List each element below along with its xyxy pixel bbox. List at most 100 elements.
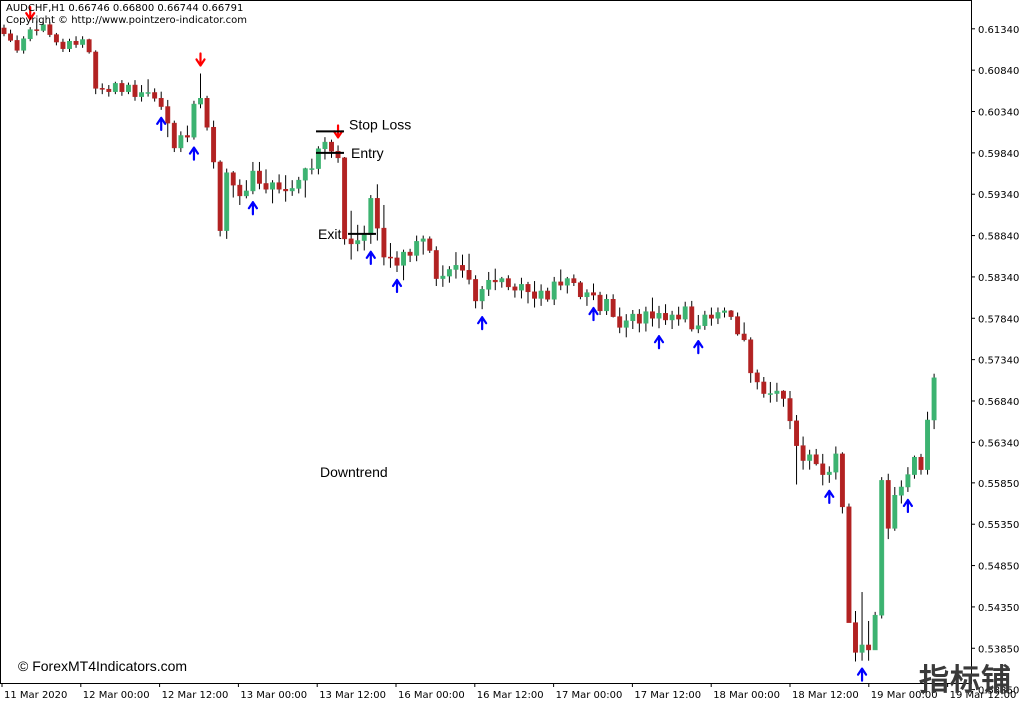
- candle-body: [106, 88, 112, 92]
- candle: [230, 171, 236, 198]
- price-tick-label: 0.59840: [978, 149, 1019, 160]
- candle-body: [610, 299, 616, 317]
- candle: [689, 300, 695, 332]
- candle: [794, 415, 799, 485]
- price-tick-label: 0.57340: [978, 356, 1019, 367]
- candle-body: [329, 141, 334, 152]
- time-tick-label: 18 Mar 00:00: [713, 690, 780, 701]
- candle: [60, 38, 66, 52]
- candle: [846, 503, 852, 623]
- candle-body: [564, 278, 570, 286]
- candle: [833, 446, 839, 480]
- candle: [342, 157, 348, 245]
- candle-body: [427, 238, 433, 251]
- candle: [708, 307, 714, 326]
- time-tick-label: 18 Mar 12:00: [792, 690, 859, 701]
- candle: [918, 453, 924, 475]
- candle-body: [440, 275, 446, 279]
- candle-body: [682, 306, 688, 320]
- candle: [813, 448, 819, 466]
- buy-arrow-icon: [693, 340, 704, 355]
- candle-body: [571, 278, 577, 283]
- candle: [787, 391, 793, 430]
- candle-body: [643, 311, 649, 324]
- candle: [577, 281, 583, 300]
- footer-copyright: © ForexMT4Indicators.com: [18, 658, 188, 674]
- candle-body: [309, 168, 315, 170]
- candle-body: [401, 251, 407, 266]
- candle-body: [597, 294, 603, 312]
- candle-body: [866, 644, 872, 651]
- candle-body: [171, 122, 177, 149]
- candle-body: [872, 614, 878, 651]
- candle: [931, 373, 937, 430]
- candle-body: [270, 182, 276, 190]
- candle: [597, 291, 603, 315]
- candle-body: [361, 234, 367, 241]
- candle-body: [558, 281, 564, 286]
- candle: [14, 35, 20, 53]
- candle-body: [689, 306, 695, 330]
- candle: [204, 95, 210, 131]
- candle: [355, 224, 361, 252]
- candle-body: [813, 454, 819, 465]
- candle: [879, 477, 885, 619]
- candle-body: [656, 313, 662, 319]
- candle: [853, 611, 858, 662]
- candle-body: [204, 98, 210, 128]
- candle-body: [374, 198, 380, 229]
- candle: [315, 146, 321, 175]
- candle: [735, 312, 741, 336]
- candle-body: [695, 325, 701, 330]
- candle-body: [250, 170, 256, 192]
- candle: [538, 284, 544, 306]
- candle-body: [139, 92, 145, 97]
- candle-body: [505, 278, 511, 288]
- candle-body: [126, 84, 131, 92]
- candle-body: [257, 170, 262, 184]
- candle: [388, 243, 393, 268]
- candle: [237, 179, 243, 205]
- price-tick-label: 0.59340: [978, 190, 1019, 201]
- candle-body: [184, 135, 190, 138]
- candle: [545, 287, 551, 302]
- candle-body: [158, 98, 164, 107]
- candle-body: [21, 38, 27, 51]
- candle-body: [669, 314, 675, 321]
- candle: [67, 38, 72, 52]
- candle: [407, 248, 413, 263]
- candle-body: [918, 456, 924, 470]
- candle: [8, 29, 14, 43]
- candle: [93, 50, 99, 95]
- price-tick-label: 0.55350: [978, 520, 1019, 531]
- candle: [519, 277, 524, 299]
- candle-body: [93, 51, 99, 89]
- candle: [348, 210, 354, 260]
- candle-body: [80, 39, 86, 45]
- candle: [564, 276, 570, 294]
- candle-body: [663, 313, 668, 321]
- candle: [99, 83, 105, 95]
- candle: [898, 480, 904, 504]
- candle: [106, 85, 112, 97]
- time-tick-label: 16 Mar 00:00: [398, 690, 465, 701]
- time-tick-label: 17 Mar 00:00: [556, 690, 623, 701]
- candle-body: [931, 377, 937, 421]
- candle-body: [342, 157, 348, 240]
- buy-arrow-icon: [188, 146, 200, 161]
- candle-body: [178, 135, 184, 149]
- candle-body: [119, 83, 125, 92]
- buy-arrow-icon: [391, 278, 403, 294]
- candle-body: [152, 92, 158, 99]
- candle: [224, 168, 230, 239]
- candle: [374, 184, 380, 241]
- candle-body: [833, 453, 839, 473]
- candle-body: [853, 622, 858, 653]
- candle-body: [800, 445, 806, 461]
- candle-body: [781, 390, 786, 399]
- price-tick-label: 0.54850: [978, 562, 1019, 573]
- candle: [486, 271, 492, 296]
- candle: [132, 80, 138, 101]
- candle-body: [217, 161, 223, 231]
- candle-body: [577, 282, 583, 298]
